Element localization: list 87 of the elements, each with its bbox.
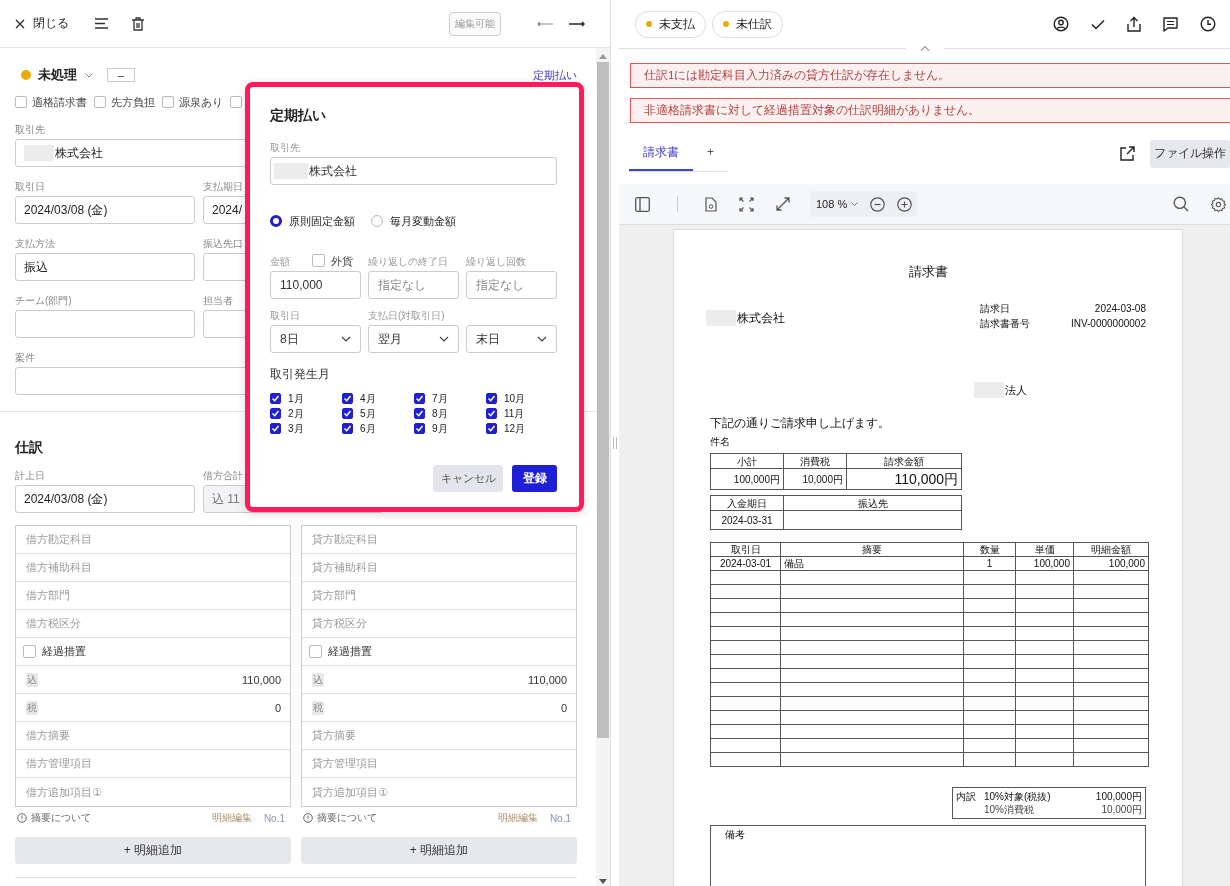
checkbox-label: 適格請求書 <box>32 94 87 110</box>
breakdown-value: 100,000円 <box>1095 790 1142 803</box>
field-label: 取引日 <box>15 180 46 193</box>
recipient-name: 株式会社 <box>737 309 785 327</box>
field-label: 繰り返し回数 <box>466 255 527 268</box>
invoice-title: 請求書 <box>907 263 949 281</box>
field-label: 借方合計 <box>203 469 244 482</box>
table-header: 振込先 <box>783 495 962 511</box>
checkbox-label: 8月 <box>432 406 448 421</box>
checkbox-label: 先方負担 <box>111 94 155 110</box>
table-cell: 100,000円 <box>710 468 784 490</box>
entry-number: No.1 <box>549 812 571 824</box>
section-label: 取引発生月 <box>270 366 331 383</box>
radio-label: 原則固定金額 <box>289 213 355 229</box>
table-header: 入金期日 <box>710 495 784 511</box>
breakdown-name: 10%対象(税抜) <box>984 790 1051 803</box>
field-label: 金額 <box>270 255 290 268</box>
status-label: 未支払 <box>659 15 695 33</box>
meta-value: 2024-03-08 <box>1094 302 1146 315</box>
field-label: 支払方法 <box>15 237 56 250</box>
field-label: 案件 <box>15 351 36 364</box>
tax-badge: 込 <box>26 672 38 687</box>
field-label: 振込先口 <box>203 237 244 250</box>
greeting-text: 下記の通りご請求申し上げます。 <box>710 416 891 431</box>
checkbox-label: 4月 <box>360 391 376 406</box>
meta-label: 請求日 <box>980 302 1010 315</box>
checkbox-label: 5月 <box>360 406 376 421</box>
table-cell: 備品 <box>780 556 964 571</box>
breakdown-name: 10%消費税 <box>984 803 1034 816</box>
checkbox-label: 10月 <box>504 391 526 406</box>
checkbox-label: 7月 <box>432 391 448 406</box>
issuer-name: 法人 <box>1005 382 1027 398</box>
amount-value: 0 <box>560 701 567 714</box>
section-title: 仕訳 <box>15 438 44 456</box>
field-label: 担当者 <box>203 294 234 307</box>
table-header: 請求金額 <box>846 453 962 469</box>
table-cell: 2024-03-01 <box>710 556 781 571</box>
breakdown-label: 内訳 <box>956 790 976 804</box>
breakdown-value: 10,000円 <box>1101 803 1142 816</box>
checkbox-label: 6月 <box>360 421 376 436</box>
table-cell: 10,000円 <box>783 468 847 490</box>
status-label: 未仕訳 <box>736 15 772 33</box>
amount-value: 110,000 <box>242 673 281 686</box>
remarks-label: 備考 <box>725 829 745 840</box>
amount-value: 0 <box>274 701 281 714</box>
field-label: 繰り返しの終了日 <box>368 255 449 268</box>
meta-label: 請求書番号 <box>980 317 1030 330</box>
field-label: 取引日 <box>270 309 301 322</box>
checkbox-label: 9月 <box>432 421 448 436</box>
field-label: 取引先 <box>15 123 46 136</box>
checkbox-label: 2月 <box>288 406 304 421</box>
checkbox-label: 12月 <box>504 421 526 436</box>
table-cell: 100,000 <box>1073 556 1149 571</box>
meta-value: INV-0000000002 <box>1070 317 1146 330</box>
table-header: 消費税 <box>783 453 847 469</box>
checkbox-label: 1月 <box>288 391 304 406</box>
checkbox-label: 外貨 <box>331 255 353 268</box>
tax-badge: 込 <box>312 672 324 687</box>
table-cell: 110,000円 <box>846 468 962 490</box>
checkbox-label: 経過措置 <box>328 644 372 659</box>
checkbox-label: 経過措置 <box>42 644 86 659</box>
checkbox-label: 源泉あり <box>179 94 223 110</box>
table-header: 明細金額 <box>1073 542 1149 557</box>
table-header: 数量 <box>963 542 1016 557</box>
field-label: 取引先 <box>270 141 301 154</box>
radio-label: 毎月変動金額 <box>390 213 456 229</box>
table-header: 取引日 <box>710 542 781 557</box>
field-label: チーム(部門) <box>15 294 73 307</box>
error-alert: 仕訳1には勘定科目入力済みの貸方仕訳が存在しません。 <box>630 63 1230 88</box>
field-label: 支払日(対取引日) <box>368 309 446 322</box>
table-cell: 1 <box>963 556 1016 571</box>
dialog-title: 定期払い <box>270 106 327 125</box>
table-header: 小計 <box>710 453 784 469</box>
subject-label: 件名 <box>710 435 731 449</box>
amount-value: 110,000 <box>528 673 567 686</box>
tax-badge: 税 <box>312 700 324 715</box>
table-header: 単価 <box>1015 542 1074 557</box>
field-label: 支払期日 <box>203 180 244 193</box>
error-alert: 非適格請求書に対して経過措置対象の仕訳明細がありません。 <box>630 98 1230 123</box>
table-header: 摘要 <box>780 542 964 557</box>
checkbox-label: 3月 <box>288 421 304 436</box>
field-label: 計上日 <box>15 469 46 482</box>
tax-badge: 税 <box>26 700 38 715</box>
entry-number: No.1 <box>263 812 285 824</box>
table-cell: 100,000 <box>1015 556 1074 571</box>
table-cell: 2024-03-31 <box>721 514 773 526</box>
checkbox-label: 11月 <box>504 406 525 421</box>
